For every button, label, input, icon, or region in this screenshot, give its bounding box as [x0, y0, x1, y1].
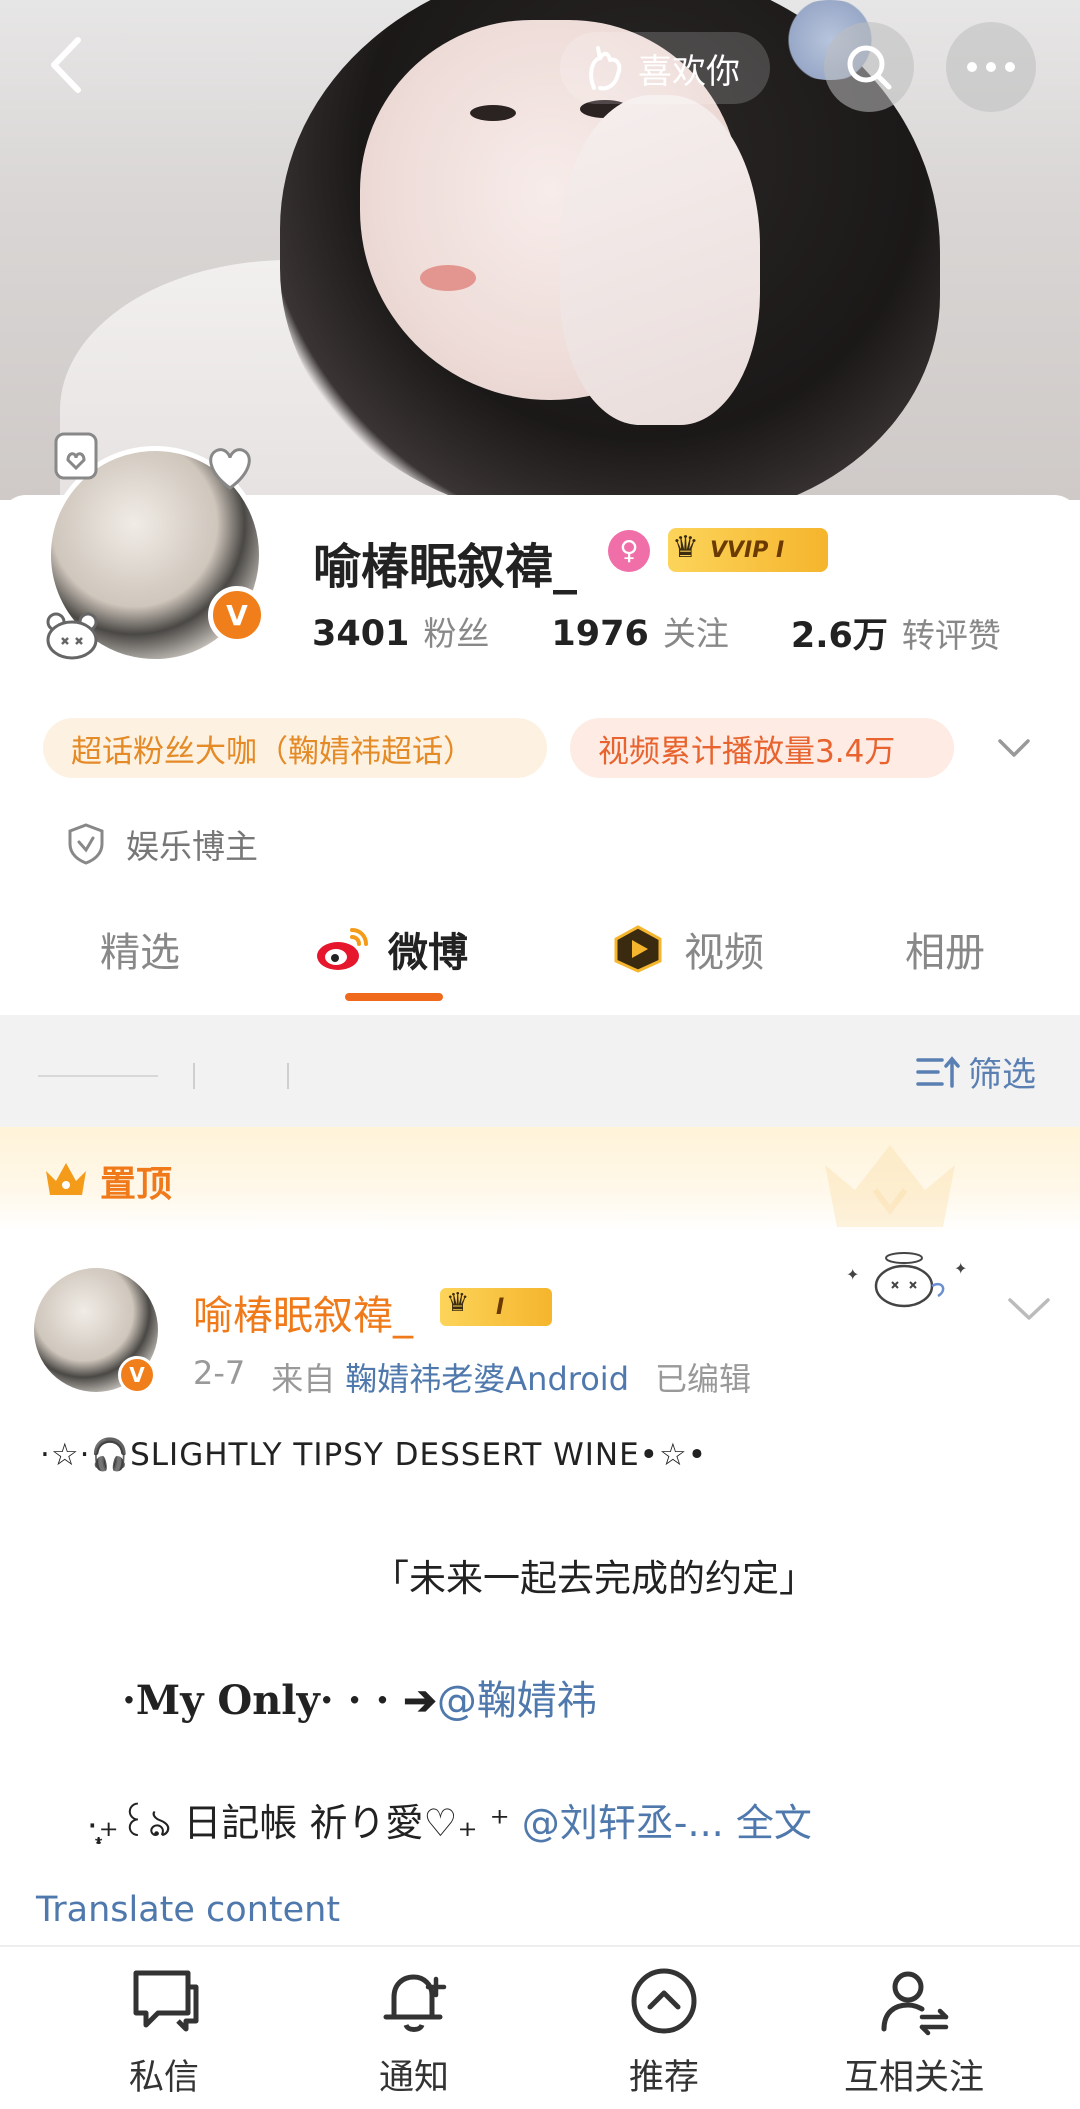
tab-weibo[interactable]: 微博 — [314, 920, 468, 978]
search-button[interactable] — [824, 22, 914, 112]
post-from-prefix: 来自 — [271, 1360, 336, 1398]
filter-button[interactable]: 筛选 — [916, 1047, 1036, 1096]
stat-interactions[interactable]: 2.6万 转评赞 — [791, 607, 1001, 658]
nav-recommend[interactable]: 推荐 — [584, 1961, 744, 2100]
full-text-link[interactable]: 全文 — [736, 1801, 812, 1845]
bottom-nav: 私信 通知 推荐 互相关注 — [0, 1945, 1080, 2109]
vvip-badge[interactable]: ♛ VVIP I — [668, 528, 828, 572]
post-meta: 2-7 来自 鞠婧祎老婆Android 已编辑 — [193, 1354, 751, 1400]
weibo-logo-icon — [317, 928, 368, 970]
chevron-down-icon[interactable] — [994, 728, 1034, 768]
more-dots-icon — [967, 62, 1015, 72]
mention-link[interactable]: @刘轩丞-... — [522, 1801, 724, 1845]
sticker-icon — [52, 430, 100, 489]
shield-icon — [68, 823, 104, 865]
profile-name: 喻椿眠叙禕_ — [313, 539, 578, 595]
like-label: 喜欢你 — [638, 51, 740, 92]
mention-link[interactable]: @鞠婧祎 — [437, 1678, 597, 1724]
nav-notifications[interactable]: 通知 — [334, 1961, 494, 2100]
heart-sticker-icon — [200, 436, 260, 503]
filter-icon — [916, 1055, 960, 1088]
translate-link[interactable]: Translate content — [36, 1890, 340, 1930]
active-tab-indicator — [345, 993, 443, 1001]
post-text-line: ·̩͙₊꒰ঌ 日記帳 祈り愛♡₊ ⁺ @刘轩丞-... 全文 — [86, 1801, 812, 1845]
post-source[interactable]: 鞠婧祎老婆Android — [345, 1354, 629, 1400]
angel-sticker-icon: ✦ ✦ — [846, 1252, 967, 1308]
bell-icon — [383, 1974, 447, 2032]
pinned-header: 置顶 — [0, 1127, 1080, 1232]
chevron-down-icon[interactable] — [1006, 1294, 1052, 1324]
tag-video-plays[interactable]: 视频累计播放量3.4万 — [570, 718, 954, 778]
back-icon[interactable] — [38, 30, 98, 100]
up-arrow-circle-icon — [631, 1968, 697, 2034]
stat-following[interactable]: 1976 关注 — [551, 607, 728, 658]
crown-icon — [46, 1163, 86, 1195]
post-edited: 已编辑 — [655, 1360, 752, 1398]
crown-icon: ♛ — [446, 1288, 470, 1318]
like-button[interactable]: 喜欢你 — [560, 32, 770, 104]
mutual-follow-icon — [881, 1971, 949, 2036]
more-button[interactable] — [946, 22, 1036, 112]
profile-avatar[interactable]: V — [40, 430, 270, 670]
certification[interactable]: 娱乐博主 — [66, 820, 258, 868]
post-author-name[interactable]: 喻椿眠叙禕_ — [193, 1283, 413, 1341]
female-icon: ♀ — [608, 530, 650, 572]
nav-messages[interactable]: 私信 — [84, 1961, 244, 2100]
nav-mutual-follow[interactable]: 互相关注 — [834, 1961, 994, 2100]
top-bar: 喜欢你 — [0, 0, 1080, 130]
vip-badge[interactable]: ♛ I — [440, 1288, 552, 1326]
tab-video[interactable]: 视频 — [610, 920, 764, 978]
tab-featured[interactable]: 精选 — [100, 920, 180, 978]
crown-icon: ♛ — [672, 530, 699, 565]
post-text-line: ·☆·🎧SLIGHTLY TIPSY DESSERT WINE•☆• — [40, 1437, 708, 1473]
rabbit-hand-icon — [589, 46, 622, 91]
search-icon — [847, 45, 892, 90]
svg-text:✦: ✦ — [846, 1265, 859, 1284]
video-play-icon — [614, 925, 662, 973]
tag-super-topic[interactable]: 超话粉丝大咖（鞠婧祎超话） — [43, 718, 547, 778]
filter-bar: 筛选 — [0, 1015, 1080, 1127]
profile-stats: 3401 粉丝 1976 关注 2.6万 转评赞 — [312, 607, 1063, 658]
tab-album[interactable]: 相册 — [905, 920, 985, 978]
svg-text:✦: ✦ — [954, 1259, 967, 1278]
stat-fans[interactable]: 3401 粉丝 — [312, 607, 489, 658]
bear-sticker-icon — [44, 610, 100, 667]
background-crown-icon — [825, 1145, 955, 1227]
post-date: 2-7 — [193, 1354, 246, 1392]
message-icon — [133, 1970, 199, 2032]
profile-tabs: 精选 微博 视频 相册 — [0, 900, 1080, 1010]
verified-badge-icon: V — [208, 586, 266, 644]
post-text-line: 「未来一起去完成的约定」 — [372, 1557, 816, 1600]
verified-badge-icon: V — [118, 1356, 156, 1394]
post-text-line: ·My Only· · · ➔@鞠婧祎 — [122, 1677, 597, 1724]
search-placeholder[interactable] — [38, 1061, 289, 1089]
